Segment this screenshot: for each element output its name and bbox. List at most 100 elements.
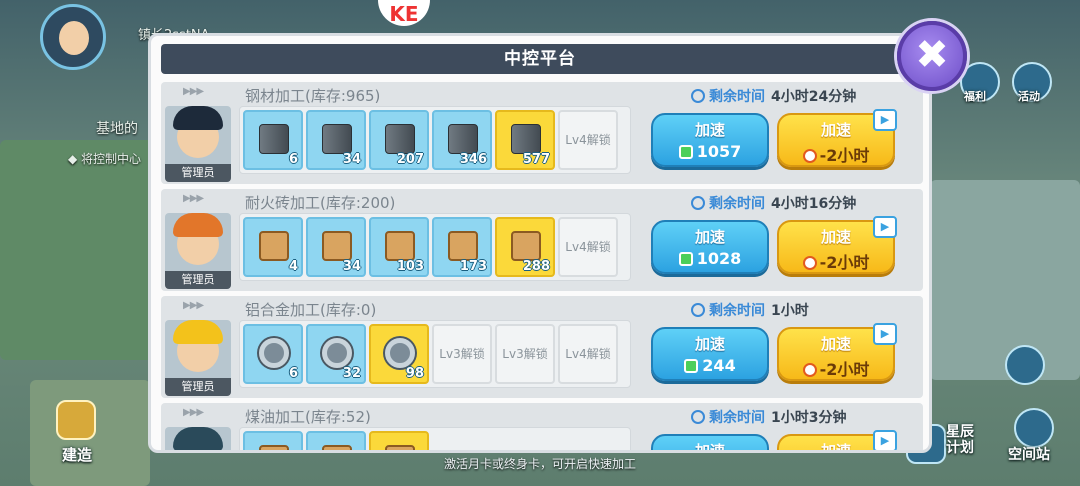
brick-icon	[259, 231, 289, 261]
row-title: 耐火砖加工(库存:200)	[245, 194, 396, 212]
star-plan-label[interactable]: 星辰 计划	[946, 424, 974, 456]
product-slot[interactable]: 288	[495, 217, 555, 277]
row-arrows-icon: ▶▶▶	[183, 193, 204, 204]
product-slot[interactable]: 103	[369, 217, 429, 277]
row-title: 煤油加工(库存:52)	[245, 408, 371, 426]
slot-count: 6	[288, 366, 298, 381]
timer-value: 1小时	[771, 303, 809, 319]
slot-count: 346	[459, 152, 487, 167]
timer-value: 4小时16分钟	[771, 196, 857, 212]
manager-avatar[interactable]: 管理员	[165, 427, 231, 450]
speedup-cost-value: 1057	[696, 142, 742, 161]
gem-icon	[684, 359, 699, 373]
product-slot[interactable]: 6	[243, 110, 303, 170]
product-slot[interactable]	[306, 431, 366, 450]
manager-avatar[interactable]: 管理员	[165, 320, 231, 396]
speedup-label: 加速	[694, 335, 725, 353]
process-row: ▶▶▶ 钢材加工(库存:965) 管理员 6 34 207 346 577 Lv4解锁 剩余时间 4…	[161, 82, 923, 184]
product-slot[interactable]: 577	[495, 110, 555, 170]
product-slot[interactable]: 6	[243, 324, 303, 384]
speedup-time: -2小时	[779, 142, 893, 166]
video-icon: ▶	[873, 323, 897, 345]
speedup-time-value: -2小时	[819, 360, 870, 379]
video-icon: ▶	[873, 430, 897, 450]
nut-icon	[385, 338, 415, 368]
manager-avatar[interactable]: 管理员	[165, 213, 231, 289]
video-speedup-button[interactable]: ▶ 加速 -2小时	[777, 323, 897, 381]
remaining-timer: 剩余时间 4小时24分钟	[691, 86, 856, 106]
steel-bar-icon	[259, 124, 289, 154]
product-slot[interactable]: 98	[369, 324, 429, 384]
product-slot[interactable]: 4	[243, 217, 303, 277]
row-arrows-icon: ▶▶▶	[183, 407, 204, 418]
slot-count: 4	[288, 259, 298, 274]
oil-icon	[322, 445, 352, 450]
clock-icon	[691, 89, 705, 103]
gem-speedup-button[interactable]: 加速 244	[651, 327, 769, 381]
processing-list[interactable]: ▶▶▶ 钢材加工(库存:965) 管理员 6 34 207 346 577 Lv4解锁 剩余时间 4…	[161, 82, 923, 453]
slot-count: 288	[522, 259, 550, 274]
panel-title: 中控平台	[161, 44, 919, 74]
clock-icon	[691, 196, 705, 210]
manager-avatar[interactable]: 管理员	[165, 106, 231, 182]
player-avatar[interactable]	[40, 4, 106, 70]
product-slot[interactable]: 32	[306, 324, 366, 384]
speedup-cost-value: 1028	[696, 249, 742, 268]
product-slot[interactable]	[369, 431, 429, 450]
locked-slot: Lv3解锁	[432, 324, 492, 384]
manager-hair	[173, 320, 223, 344]
speedup-cost: 244	[653, 356, 767, 375]
product-tray	[239, 427, 631, 450]
steel-bar-icon	[385, 124, 415, 154]
video-speedup-button[interactable]: ▶ 加速 -2小时	[777, 109, 897, 167]
manager-label: 管理员	[165, 164, 231, 182]
slot-count: 34	[342, 152, 361, 167]
footer-hint: 激活月卡或终身卡，可开启快速加工	[443, 457, 636, 471]
gem-speedup-button[interactable]: 加速 1057	[651, 113, 769, 167]
manager-label: 管理员	[165, 271, 231, 289]
oil-icon	[259, 445, 289, 450]
product-slot[interactable]: 346	[432, 110, 492, 170]
process-row: ▶▶▶ 铝合金加工(库存:0) 管理员 6 32 98 Lv3解锁 Lv3解锁 Lv4解锁 剩余时…	[161, 296, 923, 398]
alarm-clock-icon	[802, 363, 817, 377]
row-title: 铝合金加工(库存:0)	[245, 301, 377, 319]
space-station-icon[interactable]	[1014, 408, 1054, 448]
remaining-timer: 剩余时间 4小时16分钟	[691, 193, 856, 213]
gem-speedup-button[interactable]: 加速 1028	[651, 220, 769, 274]
product-slot[interactable]: 34	[306, 110, 366, 170]
nut-icon	[259, 338, 289, 368]
product-slot[interactable]	[243, 431, 303, 450]
speedup-label: 加速	[694, 121, 725, 139]
build-icon[interactable]	[56, 400, 96, 440]
slot-count: 207	[396, 152, 424, 167]
product-tray: 6 34 207 346 577 Lv4解锁	[239, 106, 631, 174]
alarm-clock-icon	[802, 256, 817, 270]
video-speedup-button[interactable]: ▶ 加速	[777, 430, 897, 450]
speedup-label: 加速	[694, 228, 725, 246]
close-icon[interactable]: ✖	[897, 21, 967, 91]
product-slot[interactable]: 34	[306, 217, 366, 277]
speedup-label: 加速	[694, 442, 725, 453]
product-slot[interactable]: 207	[369, 110, 429, 170]
product-tray: 6 32 98 Lv3解锁 Lv3解锁 Lv4解锁	[239, 320, 631, 388]
slot-count: 34	[342, 259, 361, 274]
manager-hair	[173, 106, 223, 130]
timer-value: 4小时24分钟	[771, 89, 857, 105]
video-icon: ▶	[873, 216, 897, 238]
product-slot[interactable]: 173	[432, 217, 492, 277]
manager-label: 管理员	[165, 378, 231, 396]
gem-speedup-button[interactable]: 加速	[651, 434, 769, 453]
steel-bar-icon	[448, 124, 478, 154]
speedup-cost: 1057	[653, 142, 767, 161]
timer-label: 剩余时间	[709, 89, 765, 105]
clock-icon	[691, 303, 705, 317]
welfare-label: 福利	[964, 90, 986, 103]
video-speedup-button[interactable]: ▶ 加速 -2小时	[777, 216, 897, 274]
video-icon: ▶	[873, 109, 897, 131]
timer-value: 1小时3分钟	[771, 410, 847, 426]
process-row: ▶▶▶ 煤油加工(库存:52) 管理员 剩余时间 1小时3分钟加速 ▶加速	[161, 403, 923, 453]
brick-icon	[322, 231, 352, 261]
back-arrow-icon[interactable]	[1005, 345, 1045, 385]
remaining-timer: 剩余时间 1小时3分钟	[691, 407, 846, 427]
tree-area	[0, 140, 160, 360]
